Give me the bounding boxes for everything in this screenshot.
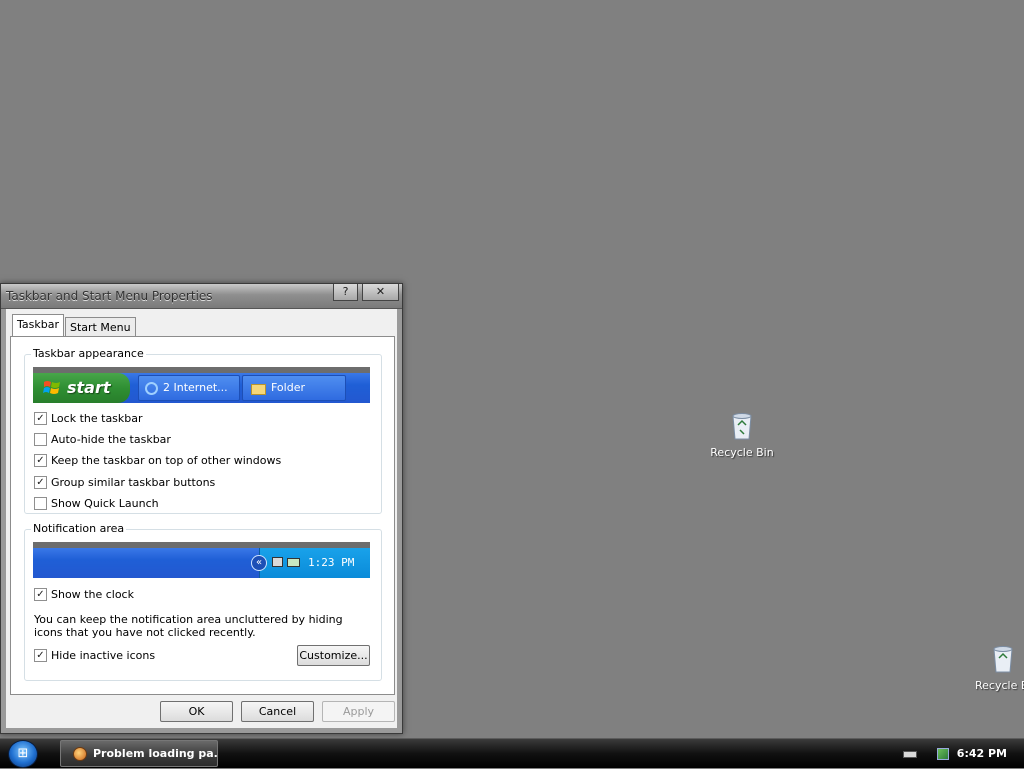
checkbox-box[interactable]: ✓ [34, 453, 47, 467]
system-tray: 6:42 PM [894, 739, 1024, 769]
taskbar-window-button[interactable]: Problem loading pa... [60, 740, 218, 767]
preview-taskbar: start 2 Internet... Folder [33, 373, 370, 403]
printer-icon [287, 558, 300, 567]
desktop-icon-label: Recycle Bin [710, 446, 774, 459]
checkbox-box[interactable]: ✓ [34, 475, 47, 489]
group-legend: Notification area [31, 522, 127, 535]
firefox-icon [73, 747, 87, 761]
auto-hide-checkbox[interactable]: Auto-hide the taskbar [34, 432, 171, 447]
preview-start-label: start [67, 378, 111, 397]
dialog-titlebar[interactable]: Taskbar and Start Menu Properties ? ✕ [1, 284, 402, 309]
taskbar-appearance-group: Taskbar appearance start 2 Internet... F… [24, 347, 382, 514]
tab-taskbar[interactable]: Taskbar [12, 314, 64, 336]
checkbox-box[interactable] [34, 432, 47, 446]
recycle-bin-icon [732, 413, 752, 440]
keep-on-top-checkbox[interactable]: ✓ Keep the taskbar on top of other window… [34, 453, 282, 468]
notification-description: You can keep the notification area unclu… [34, 613, 343, 639]
checkbox-label: Show Quick Launch [51, 497, 159, 510]
customize-button[interactable]: Customize... [297, 645, 370, 666]
desktop-icon-recycle-bin[interactable]: Recycle Bin [707, 412, 777, 459]
windows-flag-icon [43, 381, 60, 394]
group-legend: Taskbar appearance [31, 347, 146, 360]
cancel-button[interactable]: Cancel [241, 701, 314, 722]
quick-launch-checkbox[interactable]: Show Quick Launch [34, 496, 159, 511]
close-icon: ✕ [375, 285, 386, 298]
checkbox-box[interactable]: ✓ [34, 411, 47, 425]
desktop-icon-recycle-bin-2[interactable]: Recycle Bi [972, 645, 1024, 692]
network-icon [272, 557, 283, 567]
preview-tray-time: 1:23 PM [308, 556, 355, 569]
apply-button[interactable]: Apply [322, 701, 395, 722]
windows-logo-icon: ⊞ [17, 746, 29, 761]
preview-ie-label: 2 Internet... [163, 381, 228, 394]
preview-notification-bar: « 1:23 PM [33, 548, 370, 578]
start-button[interactable]: ⊞ [8, 740, 38, 768]
expand-chevron-icon: « [251, 555, 267, 571]
checkbox-label: Keep the taskbar on top of other windows [51, 454, 282, 467]
help-button[interactable]: ? [333, 284, 358, 301]
preview-tray: « 1:23 PM [251, 548, 370, 578]
taskbar-preview-image: start 2 Internet... Folder [33, 367, 370, 403]
desktop-icon-label: Recycle Bi [975, 679, 1024, 692]
keyboard-icon[interactable] [903, 751, 917, 758]
hide-inactive-checkbox[interactable]: ✓ Hide inactive icons [34, 648, 156, 663]
taskbar-properties-dialog: Taskbar and Start Menu Properties ? ✕ Ta… [0, 283, 403, 734]
taskbar: ⊞ Problem loading pa... 6:42 PM [0, 738, 1024, 768]
tab-panel-taskbar: Taskbar appearance start 2 Internet... F… [10, 336, 395, 695]
notification-area-group: Notification area « 1:23 PM ✓ Show the cl… [24, 522, 382, 681]
dialog-body: Taskbar Start Menu Taskbar appearance st… [1, 309, 402, 733]
checkbox-label: Hide inactive icons [51, 649, 156, 662]
lock-taskbar-checkbox[interactable]: ✓ Lock the taskbar [34, 411, 143, 426]
ie-icon [145, 382, 158, 395]
taskbar-window-label: Problem loading pa... [93, 747, 218, 760]
help-icon: ? [342, 285, 349, 298]
group-buttons-checkbox[interactable]: ✓ Group similar taskbar buttons [34, 475, 216, 490]
checkbox-label: Group similar taskbar buttons [51, 476, 216, 489]
tab-start-menu[interactable]: Start Menu [65, 317, 136, 336]
preview-start-button: start [33, 373, 130, 403]
taskbar-clock[interactable]: 6:42 PM [957, 747, 1007, 760]
preview-folder-button: Folder [242, 375, 346, 401]
checkbox-box[interactable]: ✓ [34, 648, 47, 662]
recycle-bin-icon [993, 646, 1013, 673]
show-clock-checkbox[interactable]: ✓ Show the clock [34, 587, 134, 602]
checkbox-box[interactable] [34, 496, 47, 510]
checkbox-label: Lock the taskbar [51, 412, 143, 425]
checkbox-label: Auto-hide the taskbar [51, 433, 171, 446]
preview-ie-button: 2 Internet... [138, 375, 240, 401]
preview-folder-label: Folder [271, 381, 305, 394]
checkbox-box[interactable]: ✓ [34, 587, 47, 601]
notification-preview-image: « 1:23 PM [33, 542, 370, 578]
dialog-title: Taskbar and Start Menu Properties [6, 289, 213, 303]
checkbox-label: Show the clock [51, 588, 134, 601]
network-icon[interactable] [937, 748, 949, 760]
folder-icon [251, 384, 266, 395]
close-button[interactable]: ✕ [362, 284, 399, 301]
ok-button[interactable]: OK [160, 701, 233, 722]
